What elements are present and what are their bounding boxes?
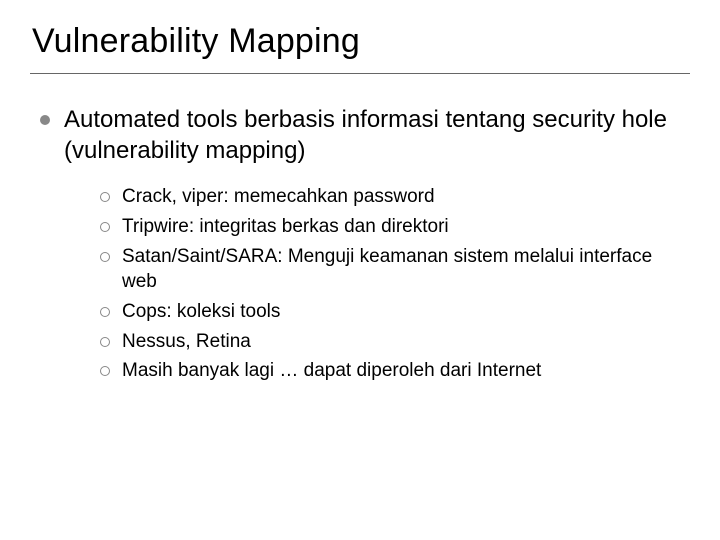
title-block: Vulnerability Mapping xyxy=(30,22,690,74)
list-item: Nessus, Retina xyxy=(100,329,680,355)
bullet-circle-icon xyxy=(100,337,110,347)
slide-body: Automated tools berbasis informasi tenta… xyxy=(30,74,690,384)
bullet-circle-icon xyxy=(100,252,110,262)
slide: Vulnerability Mapping Automated tools be… xyxy=(0,0,720,540)
bullet-level2-list: Crack, viper: memecahkan password Tripwi… xyxy=(40,184,680,383)
list-item: Masih banyak lagi … dapat diperoleh dari… xyxy=(100,358,680,384)
bullet-level2-text: Cops: koleksi tools xyxy=(122,299,280,325)
bullet-level1: Automated tools berbasis informasi tenta… xyxy=(40,104,680,166)
bullet-level2-text: Crack, viper: memecahkan password xyxy=(122,184,435,210)
bullet-level2-text: Nessus, Retina xyxy=(122,329,251,355)
list-item: Satan/Saint/SARA: Menguji keamanan siste… xyxy=(100,244,680,295)
bullet-circle-icon xyxy=(100,192,110,202)
bullet-circle-icon xyxy=(100,222,110,232)
bullet-circle-icon xyxy=(100,307,110,317)
bullet-level2-text: Masih banyak lagi … dapat diperoleh dari… xyxy=(122,358,541,384)
slide-title: Vulnerability Mapping xyxy=(32,22,686,61)
bullet-circle-icon xyxy=(100,366,110,376)
list-item: Cops: koleksi tools xyxy=(100,299,680,325)
bullet-level2-text: Tripwire: integritas berkas dan direktor… xyxy=(122,214,449,240)
bullet-dot-icon xyxy=(40,115,50,125)
list-item: Crack, viper: memecahkan password xyxy=(100,184,680,210)
bullet-level1-text: Automated tools berbasis informasi tenta… xyxy=(64,104,680,166)
list-item: Tripwire: integritas berkas dan direktor… xyxy=(100,214,680,240)
bullet-level2-text: Satan/Saint/SARA: Menguji keamanan siste… xyxy=(122,244,680,295)
